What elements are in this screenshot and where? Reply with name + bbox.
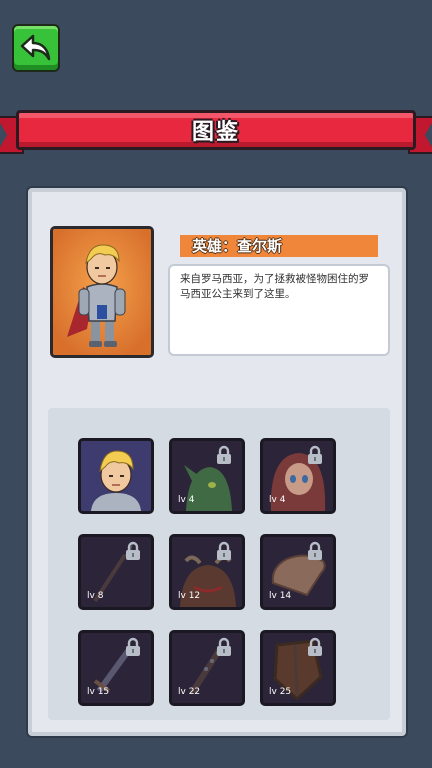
collection-tile-minotaur[interactable]: lv 12 <box>169 534 245 610</box>
lock-icon <box>308 541 322 560</box>
collection-tile-sword[interactable]: lv 15 <box>78 630 154 706</box>
back-button[interactable] <box>12 24 60 72</box>
banner-bar: 图鉴 <box>16 110 416 150</box>
collection-tile-bread[interactable]: lv 14 <box>260 534 336 610</box>
tile-level: lv 4 <box>269 495 286 505</box>
lock-icon <box>126 637 140 656</box>
collection-grid: lv 4 lv 4 lv 8 lv 12 lv 14 lv 15 lv 22 l… <box>48 408 390 720</box>
page-title: 图鉴 <box>191 120 240 145</box>
collection-tile-princess[interactable]: lv 4 <box>260 438 336 514</box>
hero-portrait <box>50 226 154 358</box>
lock-icon <box>308 445 322 464</box>
collection-tile-shield[interactable]: lv 25 <box>260 630 336 706</box>
lock-icon <box>217 445 231 464</box>
tile-level: lv 22 <box>178 687 201 697</box>
hero-description: 来自罗马西亚，为了拯救被怪物困住的罗马西亚公主来到了这里。 <box>180 273 369 300</box>
hero-description-box: 来自罗马西亚，为了拯救被怪物困住的罗马西亚公主来到了这里。 <box>168 264 390 356</box>
hero-knight-image <box>53 229 151 355</box>
lock-icon <box>308 637 322 656</box>
hero-face-icon <box>81 441 151 511</box>
tile-level: lv 8 <box>87 591 104 601</box>
hero-name: 英雄：查尔斯 <box>192 237 283 255</box>
tile-level: lv 14 <box>269 591 292 601</box>
collection-tile-goblin[interactable]: lv 4 <box>169 438 245 514</box>
lock-icon <box>217 541 231 560</box>
tile-level: lv 15 <box>87 687 110 697</box>
tile-level: lv 12 <box>178 591 201 601</box>
collection-tile-spiked-club[interactable]: lv 22 <box>169 630 245 706</box>
collection-tile-spear[interactable]: lv 8 <box>78 534 154 610</box>
back-arrow-icon <box>20 34 51 61</box>
lock-icon <box>126 541 140 560</box>
codex-panel: 英雄：查尔斯 来自罗马西亚，为了拯救被怪物困住的罗马西亚公主来到了这里。 lv … <box>28 188 406 736</box>
hero-name-bar: 英雄：查尔斯 <box>180 235 378 257</box>
collection-tile-hero[interactable] <box>78 438 154 514</box>
title-banner: 图鉴 <box>0 108 432 158</box>
tile-level: lv 4 <box>178 495 195 505</box>
tile-level: lv 25 <box>269 687 292 697</box>
lock-icon <box>217 637 231 656</box>
